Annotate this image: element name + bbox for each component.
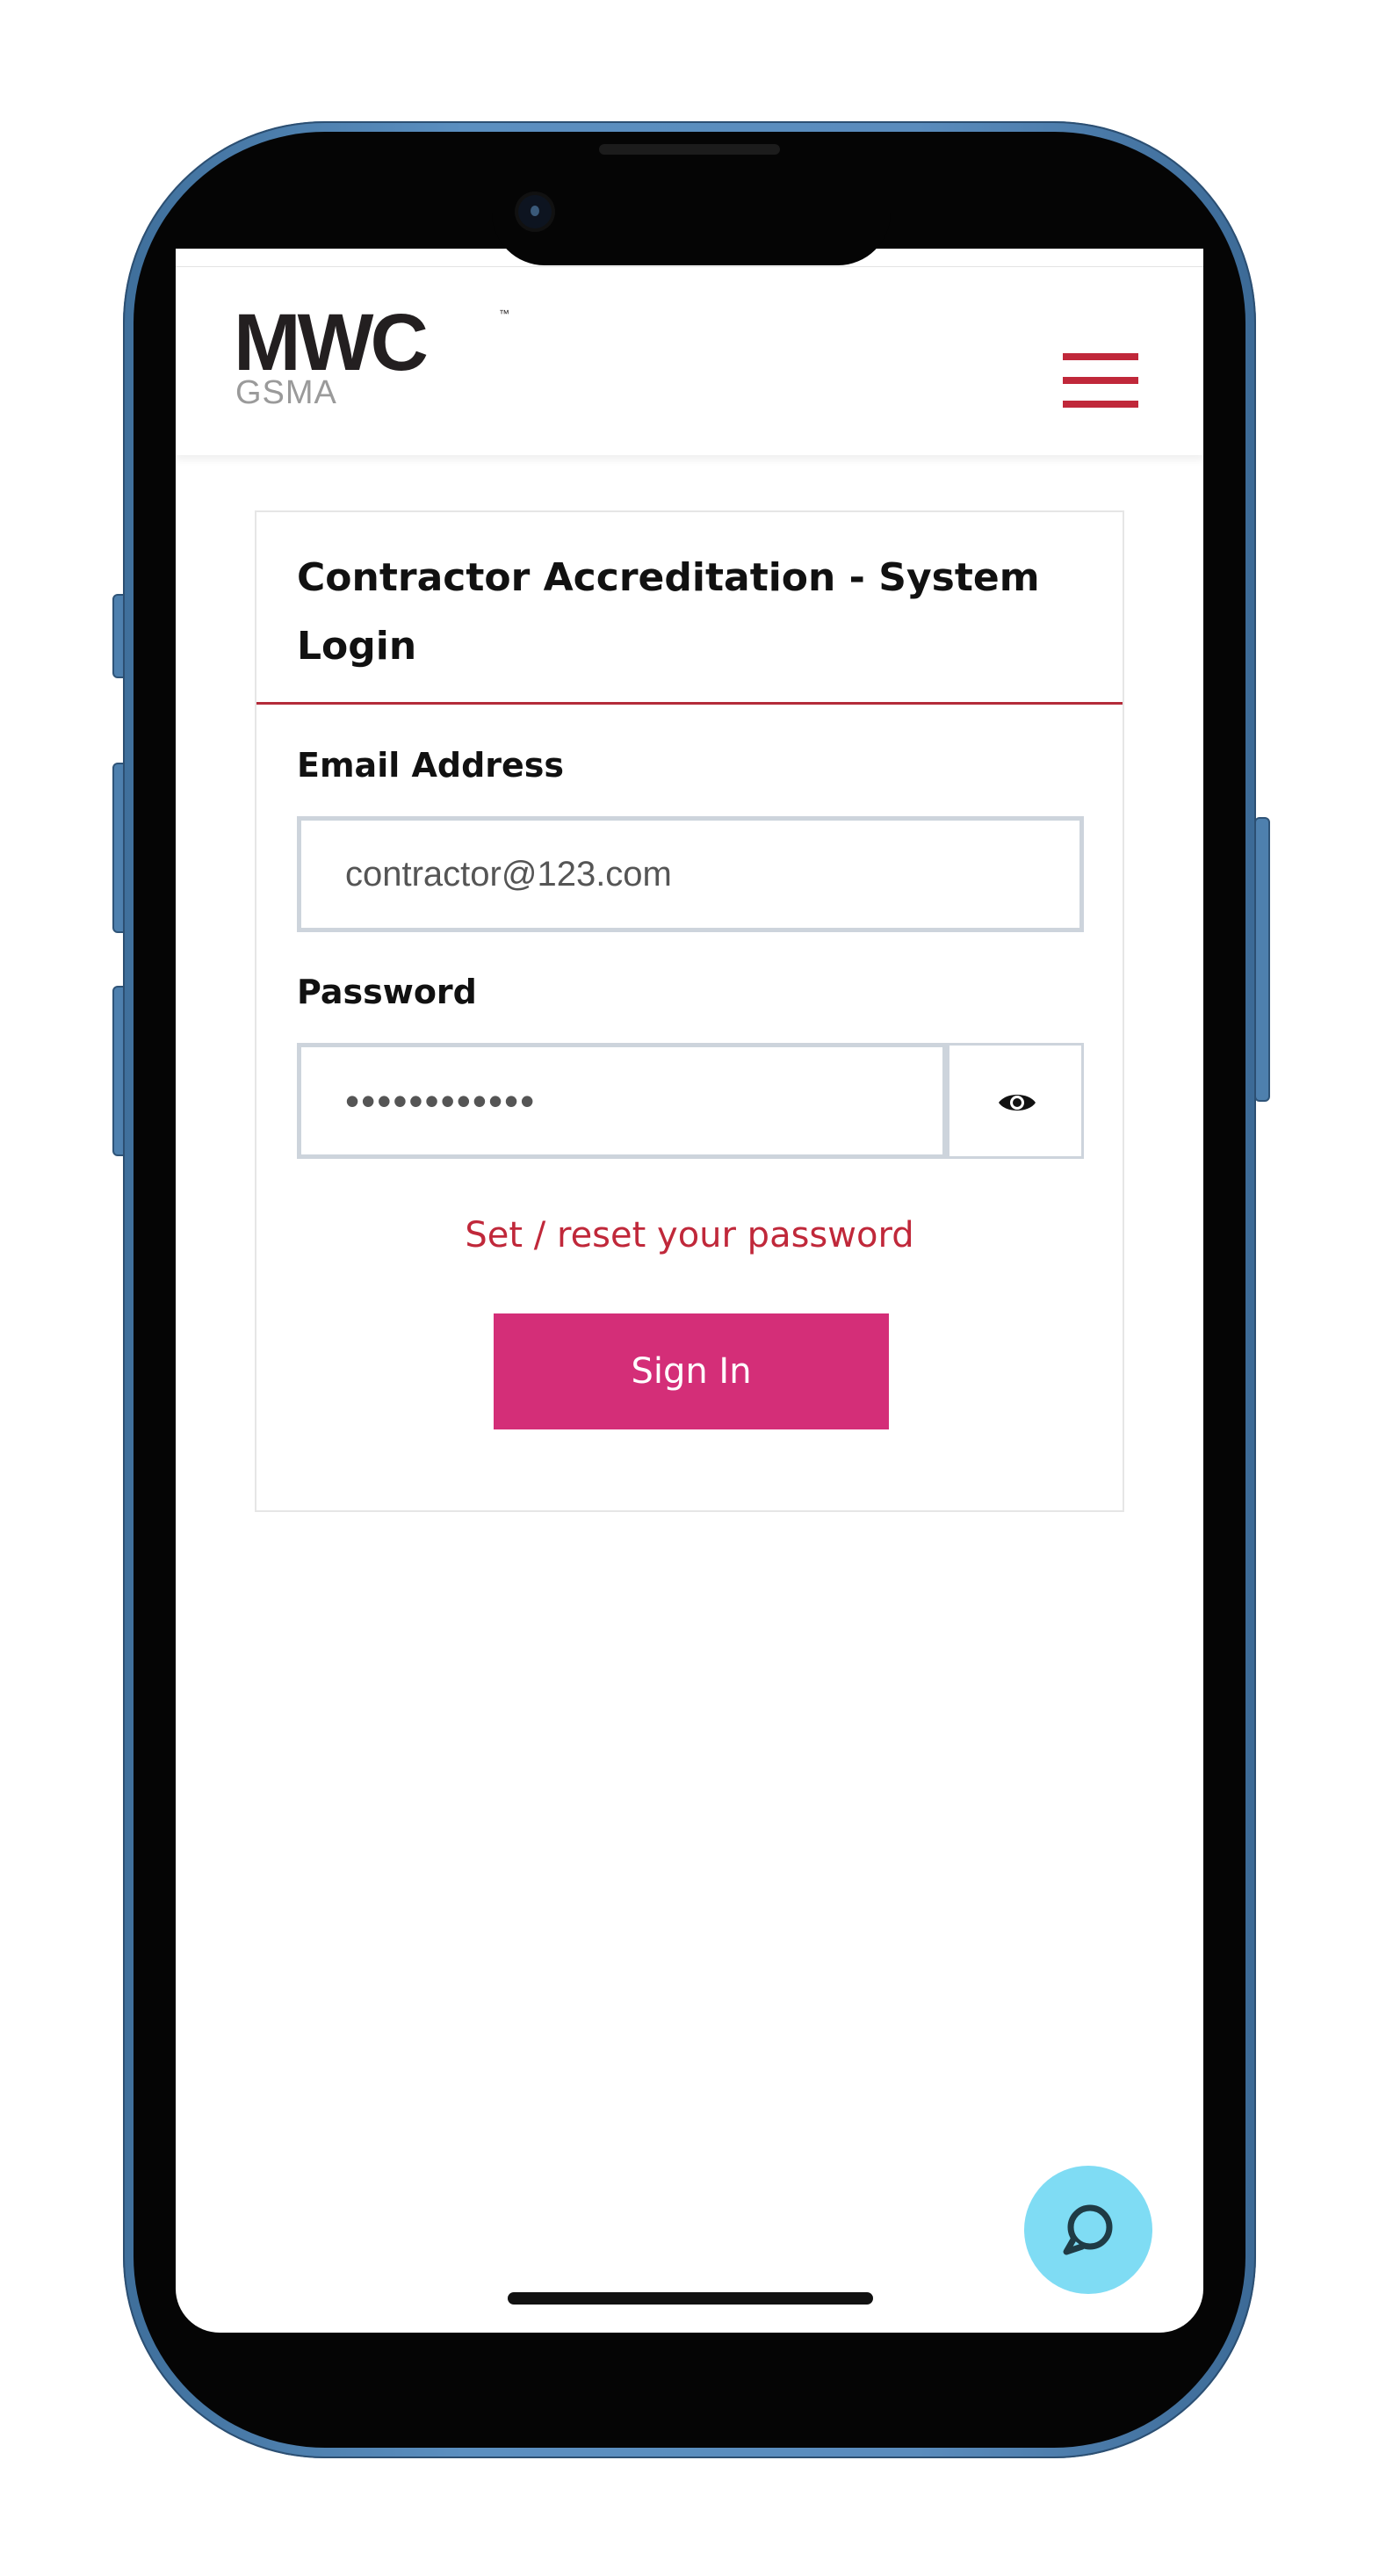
chat-button[interactable] bbox=[1024, 2166, 1152, 2294]
email-label: Email Address bbox=[297, 746, 565, 785]
menu-bar-bottom bbox=[1063, 401, 1138, 408]
email-field[interactable] bbox=[297, 816, 1084, 932]
card-header: Contractor Accreditation - System Login bbox=[256, 512, 1123, 705]
site-header: MWC ™ GSMA bbox=[176, 266, 1203, 455]
password-field[interactable] bbox=[297, 1043, 947, 1159]
menu-bar-top bbox=[1063, 353, 1138, 360]
mwc-logo[interactable]: MWC ™ GSMA bbox=[234, 298, 509, 409]
logo-wordmark: MWC bbox=[234, 298, 429, 387]
logo-trademark: ™ bbox=[499, 308, 509, 320]
device-canvas: MWC ™ GSMA Contractor Accreditation - Sy… bbox=[0, 0, 1379, 2576]
power-button bbox=[1254, 817, 1270, 1102]
home-indicator[interactable] bbox=[508, 2292, 873, 2305]
front-camera bbox=[518, 195, 552, 228]
chat-bubble-icon bbox=[1063, 2204, 1113, 2255]
phone-screen: MWC ™ GSMA Contractor Accreditation - Sy… bbox=[176, 249, 1203, 2333]
page-title: Contractor Accreditation - System Login bbox=[297, 555, 1040, 669]
reset-password-link[interactable]: Set / reset your password bbox=[256, 1215, 1123, 1255]
show-password-button[interactable] bbox=[947, 1043, 1084, 1159]
sign-in-button[interactable]: Sign In bbox=[494, 1313, 889, 1429]
login-card: Contractor Accreditation - System Login … bbox=[255, 510, 1124, 1512]
eye-icon bbox=[999, 1095, 1036, 1111]
hamburger-menu-icon[interactable] bbox=[1063, 353, 1138, 408]
password-label: Password bbox=[297, 973, 477, 1011]
menu-bar-middle bbox=[1063, 377, 1138, 384]
earpiece-speaker bbox=[599, 144, 780, 155]
